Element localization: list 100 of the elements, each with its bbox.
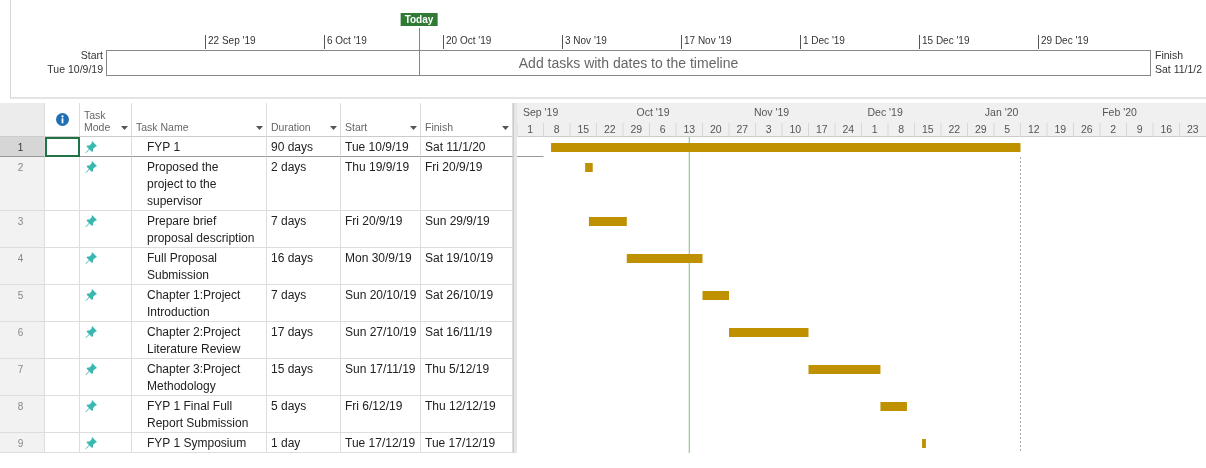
- row-number[interactable]: 3: [0, 211, 45, 248]
- duration-cell: 15 days: [267, 359, 341, 396]
- finish-cell: Sat 11/1/20: [421, 137, 513, 157]
- column-header[interactable]: Finish: [425, 121, 502, 133]
- pin-icon: [85, 251, 98, 264]
- task-bar[interactable]: [880, 402, 907, 411]
- dropdown-caret-icon[interactable]: [256, 126, 263, 130]
- date-tick-label: 17 Nov '19: [681, 35, 732, 49]
- month-label: Jan '20: [984, 106, 1019, 118]
- start-cell: Sun 27/10/19: [341, 322, 421, 359]
- table-cell[interactable]: [45, 396, 80, 433]
- date-tick-label: 29 Dec '19: [1038, 35, 1089, 49]
- active-cell[interactable]: [45, 137, 80, 157]
- week-label: 16: [1160, 123, 1173, 135]
- row-number[interactable]: 6: [0, 322, 45, 359]
- finish-cell: Thu 12/12/19: [421, 396, 513, 433]
- column-header[interactable]: Task Name: [136, 121, 256, 133]
- pin-icon: [85, 436, 98, 449]
- task-name-cell: Prepare brief proposal description: [132, 211, 267, 248]
- week-label: 20: [709, 123, 722, 135]
- duration-cell: 17 days: [267, 322, 341, 359]
- pin-icon: [85, 288, 98, 301]
- row-number[interactable]: 4: [0, 248, 45, 285]
- start-cell: Mon 30/9/19: [341, 248, 421, 285]
- week-label: 24: [842, 123, 855, 135]
- table-cell[interactable]: [45, 359, 80, 396]
- duration-cell: 7 days: [267, 285, 341, 322]
- week-label: 19: [1054, 123, 1067, 135]
- table-cell[interactable]: [45, 211, 80, 248]
- week-label: 29: [974, 123, 987, 135]
- week-label: 27: [736, 123, 749, 135]
- week-label: 10: [789, 123, 802, 135]
- pin-icon: [85, 140, 98, 153]
- week-label: 1: [871, 123, 878, 135]
- dropdown-caret-icon[interactable]: [121, 126, 128, 130]
- task-bar[interactable]: [626, 254, 703, 263]
- row-number[interactable]: 8: [0, 396, 45, 433]
- timeline-bar[interactable]: Add tasks with dates to the timeline: [106, 50, 1151, 76]
- task-bar[interactable]: [588, 217, 627, 226]
- dropdown-caret-icon[interactable]: [502, 126, 509, 130]
- week-label: 8: [553, 123, 560, 135]
- week-label: 8: [898, 123, 905, 135]
- table-cell[interactable]: [45, 157, 80, 211]
- table-cell[interactable]: [45, 433, 80, 453]
- week-label: 5: [1004, 123, 1011, 135]
- date-tick-label: 1 Dec '19: [800, 35, 845, 49]
- duration-cell: 7 days: [267, 211, 341, 248]
- start-label: Start: [80, 48, 103, 62]
- week-label: 22: [603, 123, 616, 135]
- row-number[interactable]: 9: [0, 433, 45, 453]
- task-name-cell: Proposed the project to the supervisor: [132, 157, 267, 211]
- finish-label: Finish: [1155, 48, 1184, 62]
- month-label: Nov '19: [753, 106, 790, 118]
- task-name-cell: Chapter 3:Project Methodology: [132, 359, 267, 396]
- week-label: 1: [527, 123, 534, 135]
- task-bar[interactable]: [702, 291, 729, 300]
- start-date: Tue 10/9/19: [47, 62, 103, 76]
- task-name-cell: FYP 1 Symposium: [132, 433, 267, 453]
- finish-cell: Sun 29/9/19: [421, 211, 513, 248]
- duration-cell: 5 days: [267, 396, 341, 433]
- row-number[interactable]: 1: [0, 137, 45, 157]
- start-cell: Fri 6/12/19: [341, 396, 421, 433]
- column-header[interactable]: Task Mode: [84, 109, 121, 133]
- column-header[interactable]: Duration: [271, 121, 330, 133]
- duration-cell: 1 day: [267, 433, 341, 453]
- table-cell[interactable]: [45, 285, 80, 322]
- corner-cell[interactable]: [0, 103, 45, 137]
- task-bar[interactable]: [585, 163, 593, 172]
- pin-icon: [85, 160, 98, 173]
- row-number[interactable]: 2: [0, 157, 45, 211]
- month-label: Dec '19: [867, 106, 903, 118]
- info-icon[interactable]: [55, 113, 69, 126]
- column-header[interactable]: Start: [345, 121, 410, 133]
- week-label: 26: [1080, 123, 1093, 135]
- task-bar[interactable]: [922, 439, 926, 448]
- timeline-placeholder: Add tasks with dates to the timeline: [518, 55, 739, 71]
- task-name-cell: FYP 1: [132, 137, 267, 157]
- start-cell: Sun 20/10/19: [341, 285, 421, 322]
- week-label: 9: [1136, 123, 1143, 135]
- week-label: 29: [630, 123, 643, 135]
- week-label: 23: [1186, 123, 1199, 135]
- task-bar[interactable]: [808, 365, 881, 374]
- week-label: 22: [948, 123, 961, 135]
- finish-cell: Thu 5/12/19: [421, 359, 513, 396]
- finish-cell: Fri 20/9/19: [421, 157, 513, 211]
- finish-cell: Tue 17/12/19: [421, 433, 513, 453]
- duration-cell: 90 days: [267, 137, 341, 157]
- start-cell: Tue 10/9/19: [341, 137, 421, 157]
- dropdown-caret-icon[interactable]: [410, 126, 417, 130]
- dropdown-caret-icon[interactable]: [330, 126, 337, 130]
- date-tick-label: 6 Oct '19: [324, 35, 367, 49]
- start-cell: Sun 17/11/19: [341, 359, 421, 396]
- task-name-cell: Chapter 1:Project Introduction: [132, 285, 267, 322]
- table-cell[interactable]: [45, 248, 80, 285]
- month-label: Feb '20: [1102, 106, 1137, 118]
- finish-date: Sat 11/1/2: [1155, 62, 1203, 76]
- table-cell[interactable]: [45, 322, 80, 359]
- month-label: Oct '19: [636, 106, 670, 118]
- row-number[interactable]: 5: [0, 285, 45, 322]
- row-number[interactable]: 7: [0, 359, 45, 396]
